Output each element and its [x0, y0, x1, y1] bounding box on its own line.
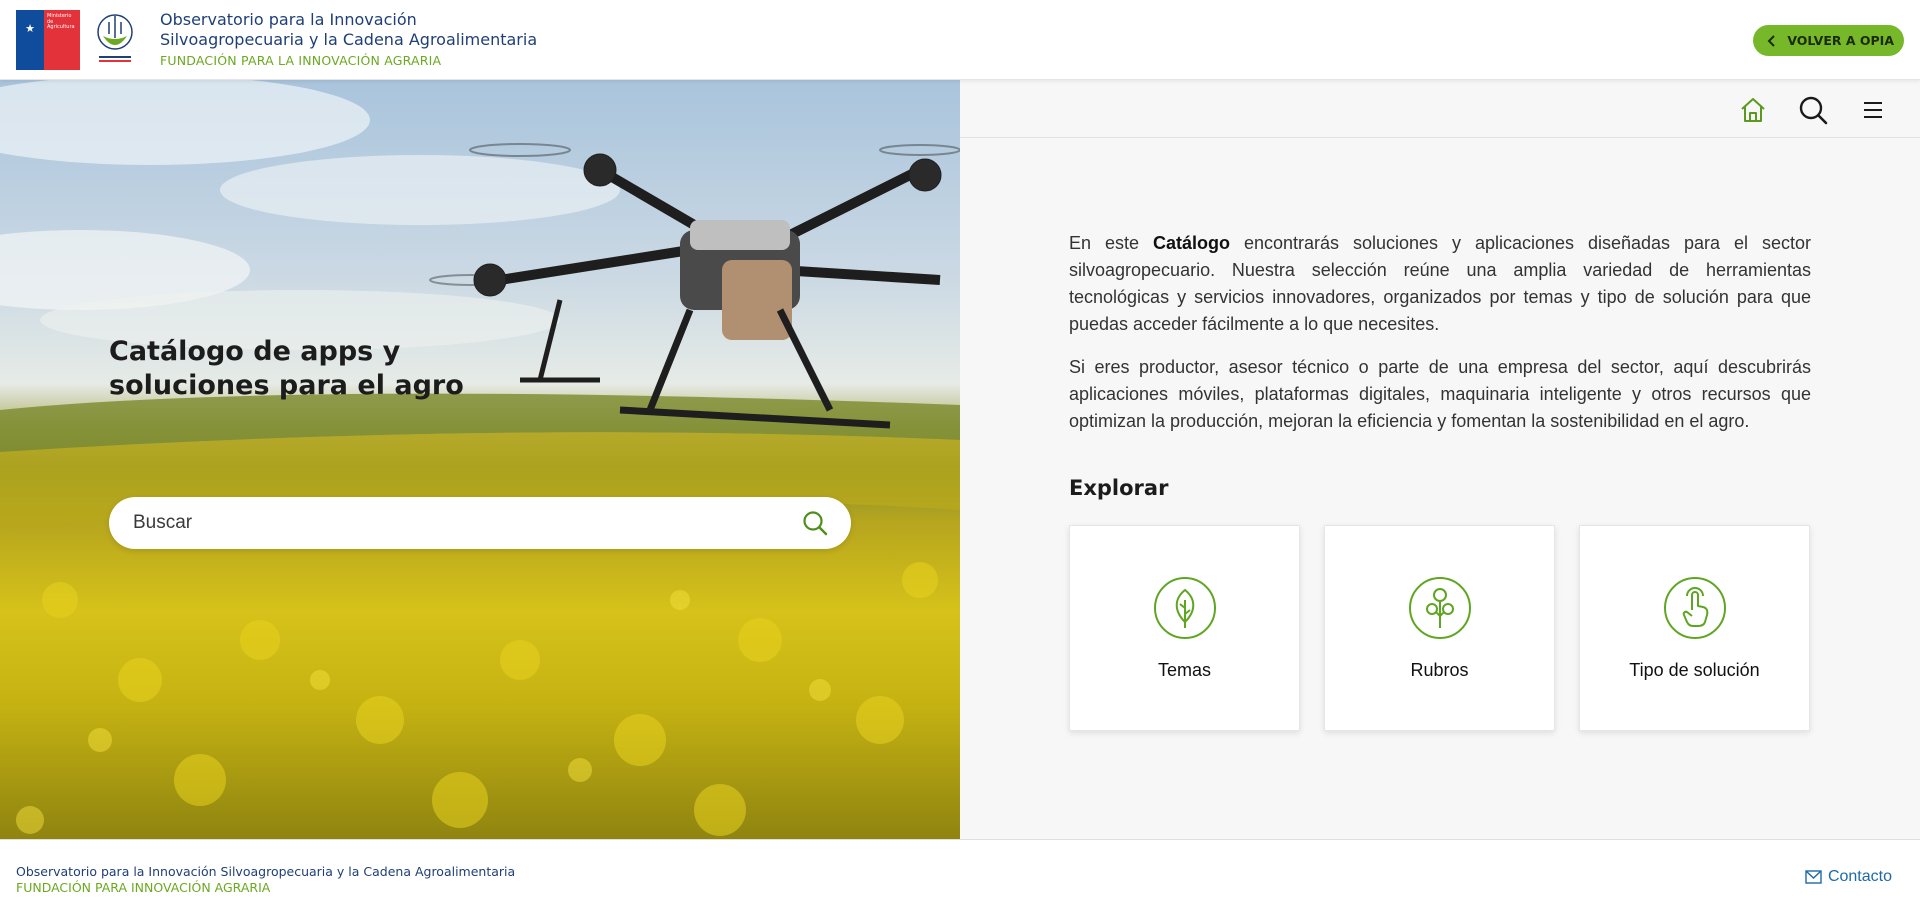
star-icon: ★	[16, 10, 44, 46]
contact-link[interactable]: Contacto	[1805, 868, 1892, 886]
hero-title: Catálogo de apps y soluciones para el ag…	[109, 336, 464, 401]
footer-subtitle: FUNDACIÓN PARA INNOVACIÓN AGRARIA	[16, 880, 271, 895]
gobierno-logo: ★ Ministerio de Agricultura	[16, 10, 80, 70]
home-icon[interactable]	[1737, 94, 1769, 126]
card-rubros[interactable]: Rubros	[1324, 525, 1555, 731]
intro-p1-bold: Catálogo	[1152, 233, 1230, 253]
header-titles: Observatorio para la Innovación Silvoagr…	[160, 10, 537, 71]
intro-text: En este Catálogo encontrarás soluciones …	[1069, 230, 1811, 451]
card-label: Rubros	[1410, 660, 1469, 680]
search-icon[interactable]	[801, 509, 829, 537]
site-title-line2: Silvoagropecuaria y la Cadena Agroalimen…	[160, 30, 538, 49]
site-title-line1: Observatorio para la Innovación	[160, 10, 417, 29]
menu-icon[interactable]	[1857, 94, 1889, 126]
card-tipo-de-solucion[interactable]: Tipo de solución	[1579, 525, 1810, 731]
fia-logo	[97, 14, 133, 62]
leaf-icon	[1153, 577, 1216, 639]
card-label: Tipo de solución	[1629, 660, 1760, 680]
sprout-icon	[1408, 577, 1471, 639]
gov-logo-text: Ministerio de Agricultura	[44, 10, 80, 46]
hero-section: Catálogo de apps y soluciones para el ag…	[0, 80, 960, 839]
explore-title: Explorar	[1069, 476, 1169, 500]
footer-title: Observatorio para la Innovación Silvoagr…	[16, 864, 516, 879]
search-icon[interactable]	[1797, 94, 1829, 126]
explore-cards: Temas Rubros Tipo de solución	[1069, 525, 1810, 731]
site-footer: Observatorio para la Innovación Silvoagr…	[0, 839, 1920, 918]
top-nav	[960, 80, 1920, 138]
site-header: ★ Ministerio de Agricultura Observatorio…	[0, 0, 1920, 80]
intro-paragraph-2: Si eres productor, asesor técnico o part…	[1069, 357, 1811, 431]
envelope-icon	[1805, 870, 1822, 884]
search-input[interactable]	[133, 512, 801, 534]
contact-label: Contacto	[1827, 868, 1892, 885]
catalog-search	[109, 497, 851, 549]
hand-pointer-icon	[1663, 577, 1726, 639]
chevron-left-icon	[1767, 34, 1776, 47]
intro-p1-start: En este	[1069, 233, 1153, 253]
hero-background-image	[0, 80, 960, 836]
site-subtitle: FUNDACIÓN PARA LA INNOVACIÓN AGRARIA	[160, 53, 442, 68]
back-button-label: VOLVER A OPIA	[1787, 33, 1894, 48]
card-temas[interactable]: Temas	[1069, 525, 1300, 731]
content-panel: En este Catálogo encontrarás soluciones …	[960, 80, 1920, 839]
card-label: Temas	[1157, 660, 1211, 680]
back-to-opia-button[interactable]: VOLVER A OPIA	[1753, 25, 1904, 56]
intro-paragraph-1: En este Catálogo encontrarás soluciones …	[1069, 230, 1811, 338]
